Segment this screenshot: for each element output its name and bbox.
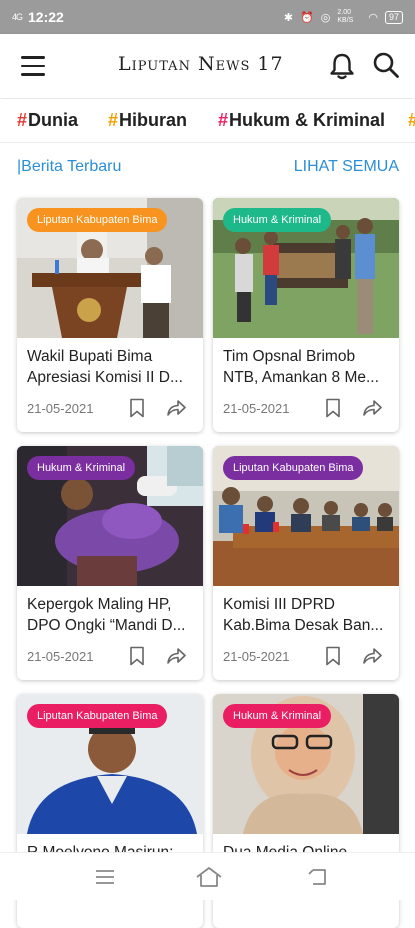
bookmark-icon[interactable] — [129, 398, 145, 418]
status-time: 12:22 — [28, 9, 64, 25]
network-speed: 2.00 KB/S — [337, 9, 354, 24]
wifi-icon: ◠ — [368, 11, 378, 24]
category-badge[interactable]: Liputan Kabupaten Bima — [27, 704, 168, 728]
news-date: 21-05-2021 — [27, 649, 94, 664]
news-card[interactable]: Liputan Kabupaten Bima Komisi III DPRD K… — [213, 446, 399, 680]
news-date: 21-05-2021 — [223, 401, 290, 416]
search-icon[interactable] — [372, 51, 400, 79]
category-badge[interactable]: Hukum & Kriminal — [223, 208, 332, 232]
section-title: |Berita Terbaru — [17, 158, 122, 175]
news-title[interactable]: Kepergok Maling HP, DPO Ongki “Mandi D..… — [27, 594, 195, 636]
category-badge[interactable]: Hukum & Kriminal — [223, 704, 332, 728]
news-title[interactable]: Tim Opsnal Brimob NTB, Amankan 8 Me... — [223, 346, 391, 388]
news-card[interactable]: Hukum & Kriminal Kepergok Maling HP, DPO… — [17, 446, 203, 680]
category-dunia[interactable]: #Dunia — [17, 110, 78, 131]
bluetooth-icon: ✱ — [283, 11, 294, 24]
dnd-icon: ◎ — [320, 11, 331, 24]
news-card[interactable]: Hukum & Kriminal Tim Opsnal Brimob NTB, … — [213, 198, 399, 432]
home-icon[interactable] — [195, 865, 223, 889]
category-hash: # — [108, 110, 119, 130]
category-label: Dunia — [28, 110, 79, 130]
category-hash: # — [17, 110, 28, 130]
back-icon[interactable] — [305, 865, 329, 889]
see-all-link[interactable]: LIHAT SEMUA — [294, 158, 399, 176]
system-nav-bar — [0, 852, 415, 900]
status-icons: ✱ ⏰ ◎ 2.00 KB/S ◠ 97 — [284, 9, 403, 25]
category-bar[interactable]: #Dunia #Hiburan #Hukum & Kriminal # — [0, 99, 415, 143]
category-badge[interactable]: Liputan Kabupaten Bima — [27, 208, 168, 232]
category-hash: # — [218, 110, 229, 130]
news-title[interactable]: Komisi III DPRD Kab.Bima Desak Ban... — [223, 594, 391, 636]
news-date: 21-05-2021 — [223, 649, 290, 664]
share-icon[interactable] — [166, 646, 186, 666]
category-label: Hukum & Kriminal — [229, 110, 386, 130]
bookmark-icon[interactable] — [129, 646, 145, 666]
recent-apps-icon[interactable] — [93, 865, 117, 889]
category-hiburan[interactable]: #Hiburan — [108, 110, 187, 131]
news-card[interactable]: Liputan Kabupaten Bima Wakil Bupati Bima… — [17, 198, 203, 432]
bookmark-icon[interactable] — [325, 646, 341, 666]
category-badge[interactable]: Hukum & Kriminal — [27, 456, 136, 480]
signal-indicator: 4G — [12, 12, 23, 22]
menu-icon[interactable] — [21, 56, 45, 76]
news-date: 21-05-2021 — [27, 401, 94, 416]
section-header: |Berita Terbaru LIHAT SEMUA — [17, 158, 399, 182]
category-overflow[interactable]: # — [408, 110, 415, 131]
bookmark-icon[interactable] — [325, 398, 341, 418]
category-label: Hiburan — [119, 110, 188, 130]
app-bar: Liputan News 17 — [0, 34, 415, 98]
news-title[interactable]: Wakil Bupati Bima Apresiasi Komisi II D.… — [27, 346, 195, 388]
category-hukum-kriminal[interactable]: #Hukum & Kriminal — [218, 110, 385, 131]
alarm-icon: ⏰ — [300, 11, 314, 24]
share-icon[interactable] — [362, 646, 382, 666]
share-icon[interactable] — [362, 398, 382, 418]
app-title: Liputan News 17 — [118, 53, 284, 75]
battery-icon: 97 — [384, 10, 403, 24]
category-badge[interactable]: Liputan Kabupaten Bima — [223, 456, 364, 480]
status-bar: 4G 12:22 ✱ ⏰ ◎ 2.00 KB/S ◠ 97 — [0, 0, 415, 34]
bell-icon[interactable] — [329, 52, 355, 80]
share-icon[interactable] — [166, 398, 186, 418]
